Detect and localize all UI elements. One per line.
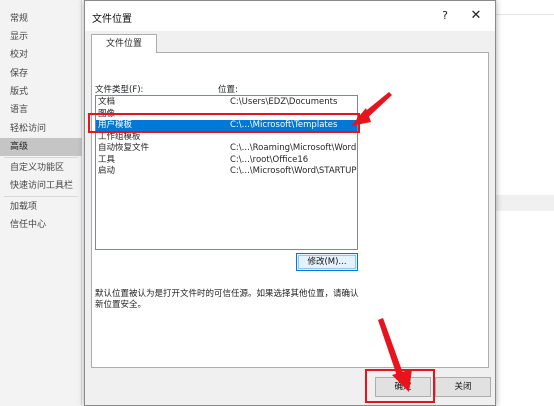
file-type-cell: 工具 (98, 154, 116, 165)
close-icon[interactable]: ✕ (467, 7, 485, 25)
location-cell: C:\Users\EDZ\Documents (230, 97, 338, 107)
location-cell: C:\...\Microsoft\Templates (230, 120, 338, 130)
dialog-titlebar[interactable]: 文件位置 ? ✕ (85, 1, 495, 31)
file-locations-panel: 文件类型(F): 位置: 文档 C:\Users\EDZ\Documents 图… (91, 52, 489, 368)
sidebar-item-proofing[interactable]: 校对 (0, 46, 82, 64)
file-type-cell: 用户模板 (98, 120, 133, 130)
sidebar-item-customize-ribbon[interactable]: 自定义功能区 (0, 159, 82, 177)
background-row-highlight (496, 195, 554, 211)
file-locations-list[interactable]: 文档 C:\Users\EDZ\Documents 图像 用户模板 C:\...… (95, 95, 358, 250)
list-item[interactable]: 工作组模板 (96, 132, 357, 144)
sidebar-item-accessibility[interactable]: 轻松访问 (0, 120, 82, 138)
file-type-cell: 自动恢复文件 (98, 143, 150, 153)
sidebar-item-language[interactable]: 语言 (0, 101, 82, 119)
sidebar-item-display[interactable]: 显示 (0, 28, 82, 46)
dialog-title: 文件位置 (92, 14, 132, 25)
close-button[interactable]: 关闭 (435, 377, 491, 397)
sidebar-divider (4, 196, 78, 197)
help-button[interactable]: ? (437, 8, 453, 24)
modify-button[interactable]: 修改(M)... (296, 253, 358, 271)
file-type-cell: 文档 (98, 97, 116, 107)
list-item-selected[interactable]: 用户模板 C:\...\Microsoft\Templates (96, 120, 357, 132)
sidebar-item-general[interactable]: 常规 (0, 10, 82, 28)
file-type-cell: 图像 (98, 108, 116, 119)
ok-button[interactable]: 确定 (375, 377, 431, 397)
list-item[interactable]: 图像 (96, 109, 357, 121)
list-item[interactable]: 自动恢复文件 C:\...\Roaming\Microsoft\Word (96, 143, 357, 155)
sidebar-item-quick-access-toolbar[interactable]: 快速访问工具栏 (0, 177, 82, 195)
list-item[interactable]: 工具 C:\...\root\Office16 (96, 155, 357, 167)
list-item[interactable]: 文档 C:\Users\EDZ\Documents (96, 97, 357, 109)
file-type-cell: 工作组模板 (98, 131, 141, 142)
sidebar-divider (4, 157, 78, 158)
file-type-header: 文件类型(F): (95, 85, 144, 95)
sidebar-item-layout[interactable]: 版式 (0, 83, 82, 101)
location-cell: C:\...\root\Office16 (230, 154, 309, 165)
trust-note: 默认位置被认为是打开文件时的可信任源。如果选择其他位置，请确认新位置安全。 (95, 289, 359, 310)
sidebar-item-advanced[interactable]: 高级 (0, 138, 82, 156)
location-cell: C:\...\Roaming\Microsoft\Word (230, 143, 357, 153)
location-cell: C:\...\Microsoft\Word\STARTUP (230, 166, 357, 176)
tab-file-locations[interactable]: 文件位置 (91, 34, 157, 53)
sidebar-item-trust-center[interactable]: 信任中心 (0, 216, 82, 234)
sidebar-item-save[interactable]: 保存 (0, 65, 82, 83)
sidebar-item-add-ins[interactable]: 加载项 (0, 198, 82, 216)
background-divider (496, 14, 554, 15)
file-type-cell: 启动 (98, 166, 116, 176)
options-sidebar: 常规 显示 校对 保存 版式 语言 轻松访问 高级 自定义功能区 快速访问工具栏… (0, 0, 82, 406)
file-locations-dialog: 文件位置 ? ✕ 文件位置 文件类型(F): 位置: 文档 C:\Users\E… (84, 0, 496, 406)
location-header: 位置: (218, 85, 238, 95)
list-item[interactable]: 启动 C:\...\Microsoft\Word\STARTUP (96, 166, 357, 178)
